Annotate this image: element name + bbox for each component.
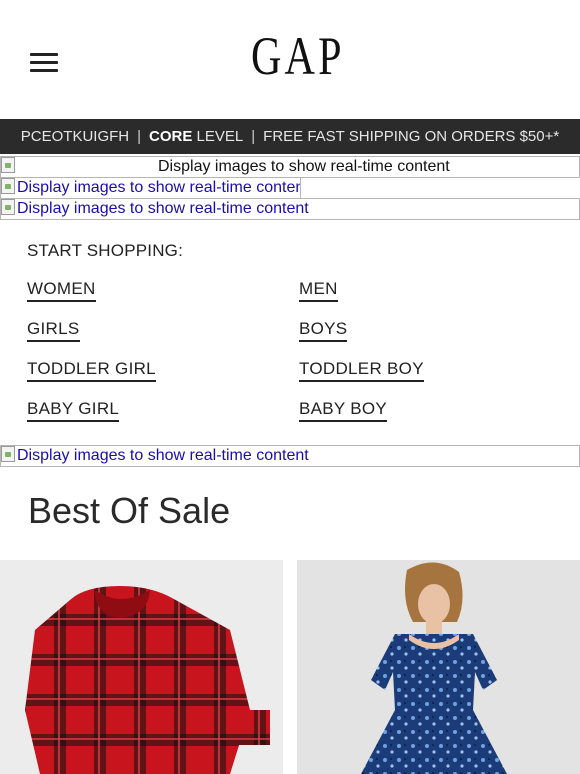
product-image-floral-dress[interactable] — [297, 560, 580, 774]
product-image-plaid-sweatshirt[interactable] — [0, 560, 283, 774]
broken-image-icon — [1, 446, 15, 462]
promo-bar: PCEOTKUIGFH | CORE LEVEL | FREE FAST SHIPPIN… — [0, 119, 580, 154]
shop-link-men[interactable]: MEN — [299, 279, 338, 302]
broken-image-icon — [1, 178, 15, 194]
member-id: PCEOTKUIGFH — [20, 128, 130, 145]
email-header: GAP — [0, 0, 580, 119]
menu-line — [30, 61, 58, 64]
separator: | — [137, 128, 142, 145]
image-alt-text: Display images to show real-time content — [17, 200, 309, 217]
separator: | — [251, 128, 256, 145]
image-alt-text: Display images to show real-time content — [158, 158, 450, 175]
menu-line — [30, 69, 58, 72]
gap-logo[interactable]: GAP — [251, 24, 342, 88]
image-placeholder-link[interactable]: Display images to show real-time content — [0, 445, 580, 467]
image-placeholder-link[interactable]: Display images to show real-time content — [0, 177, 301, 199]
best-of-sale-title: Best Of Sale — [28, 490, 231, 531]
hamburger-menu-icon[interactable] — [30, 53, 58, 73]
shop-link-women[interactable]: WOMEN — [27, 279, 96, 302]
image-placeholder-link[interactable]: Display images to show real-time content — [0, 198, 580, 220]
image-placeholder-banner[interactable]: Display images to show real-time content — [0, 156, 580, 178]
shop-link-toddler-girl[interactable]: TODDLER GIRL — [27, 359, 156, 382]
member-level-rest: LEVEL — [192, 128, 244, 145]
shipping-offer[interactable]: FREE FAST SHIPPING ON ORDERS $50+* — [263, 128, 559, 145]
menu-line — [30, 53, 58, 56]
shop-link-girls[interactable]: GIRLS — [27, 319, 80, 342]
shop-link-baby-girl[interactable]: BABY GIRL — [27, 399, 120, 422]
plaid-sweatshirt-image — [0, 560, 283, 774]
broken-image-icon — [1, 199, 15, 215]
floral-dress-image — [297, 560, 580, 774]
broken-image-icon — [1, 157, 15, 173]
member-level-strong: CORE — [149, 128, 193, 145]
image-alt-text: Display images to show real-time content — [17, 447, 309, 464]
start-shopping-heading: START SHOPPING: — [27, 241, 184, 260]
image-alt-text: Display images to show real-time content — [17, 179, 301, 196]
shop-link-toddler-boy[interactable]: TODDLER BOY — [299, 359, 424, 382]
shop-link-baby-boy[interactable]: BABY BOY — [299, 399, 388, 422]
shop-link-boys[interactable]: BOYS — [299, 319, 348, 342]
